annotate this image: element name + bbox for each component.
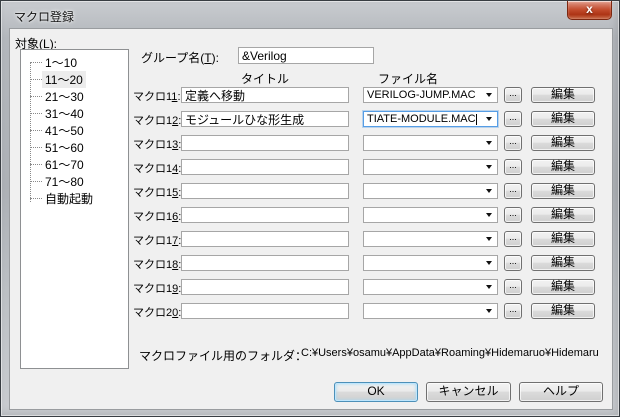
chevron-down-icon[interactable] <box>486 117 492 121</box>
macro-row-list: マクロ11: VERILOG-JUMP.MAC ... 編集 マクロ12: TI… <box>1 87 620 327</box>
chevron-down-icon[interactable] <box>486 309 492 313</box>
macro-row-label: マクロ12: <box>133 112 181 128</box>
tree-item-label: 11～20 <box>42 71 86 88</box>
macro-title-input[interactable] <box>181 87 349 103</box>
edit-button[interactable]: 編集 <box>531 183 595 199</box>
macro-file-combobox[interactable]: VERILOG-JUMP.MAC <box>363 87 498 103</box>
cancel-button[interactable]: キャンセル <box>426 382 511 402</box>
help-button[interactable]: ヘルプ <box>519 382 603 402</box>
macro-row-label: マクロ17: <box>133 232 181 248</box>
tree-item[interactable]: 11～20 <box>21 71 128 88</box>
edit-button[interactable]: 編集 <box>531 255 595 271</box>
macro-title-input[interactable] <box>181 279 349 295</box>
macro-row: マクロ11: VERILOG-JUMP.MAC ... 編集 <box>1 87 620 103</box>
macro-title-input[interactable] <box>181 303 349 319</box>
macro-row: マクロ19: ... 編集 <box>1 279 620 295</box>
macro-file-combobox[interactable] <box>363 255 498 271</box>
macro-title-input[interactable] <box>181 231 349 247</box>
macro-row-label: マクロ15: <box>133 184 181 200</box>
edit-button[interactable]: 編集 <box>531 135 595 151</box>
browse-button[interactable]: ... <box>504 159 522 175</box>
macro-file-combobox[interactable] <box>363 135 498 151</box>
edit-button[interactable]: 編集 <box>531 87 595 103</box>
macro-file-value: VERILOG-JUMP.MAC <box>367 89 476 101</box>
macro-file-value: TIATE-MODULE.MAC <box>367 113 476 125</box>
macro-folder-label: マクロファイル用のフォルダ： <box>139 347 307 364</box>
macro-file-combobox[interactable] <box>363 183 498 199</box>
chevron-down-icon[interactable] <box>486 285 492 289</box>
browse-button[interactable]: ... <box>504 303 522 319</box>
group-name-input[interactable] <box>238 47 374 64</box>
macro-row: マクロ16: ... 編集 <box>1 207 620 223</box>
browse-button[interactable]: ... <box>504 231 522 247</box>
macro-row-label: マクロ14: <box>133 160 181 176</box>
title-column-header: タイトル <box>181 70 349 87</box>
macro-row: マクロ15: ... 編集 <box>1 183 620 199</box>
browse-button[interactable]: ... <box>504 255 522 271</box>
macro-title-input[interactable] <box>181 159 349 175</box>
macro-file-combobox[interactable] <box>363 207 498 223</box>
edit-button[interactable]: 編集 <box>531 159 595 175</box>
macro-row: マクロ14: ... 編集 <box>1 159 620 175</box>
macro-file-combobox[interactable] <box>363 303 498 319</box>
edit-button[interactable]: 編集 <box>531 303 595 319</box>
macro-file-combobox[interactable] <box>363 159 498 175</box>
file-column-header: ファイル名 <box>378 70 438 87</box>
browse-button[interactable]: ... <box>504 87 522 103</box>
close-button[interactable]: x <box>567 1 612 20</box>
macro-row: マクロ17: ... 編集 <box>1 231 620 247</box>
tree-branch-line <box>30 79 42 80</box>
browse-button[interactable]: ... <box>504 279 522 295</box>
dialog-title: マクロ登録 <box>14 8 74 25</box>
close-icon: x <box>586 2 593 16</box>
macro-file-combobox[interactable] <box>363 279 498 295</box>
tree-item-label: 1～10 <box>42 54 80 71</box>
ok-button[interactable]: OK <box>334 382 418 402</box>
chevron-down-icon[interactable] <box>486 93 492 97</box>
macro-row: マクロ20: ... 編集 <box>1 303 620 319</box>
edit-button[interactable]: 編集 <box>531 207 595 223</box>
macro-title-input[interactable] <box>181 111 349 127</box>
chevron-down-icon[interactable] <box>486 141 492 145</box>
chevron-down-icon[interactable] <box>486 189 492 193</box>
browse-button[interactable]: ... <box>504 183 522 199</box>
text-caret <box>476 114 477 125</box>
macro-row-label: マクロ16: <box>133 208 181 224</box>
macro-registration-dialog: マクロ登録 x 対象(L): 1～10 11～20 21～30 31～40 41… <box>0 0 620 417</box>
macro-title-input[interactable] <box>181 207 349 223</box>
chevron-down-icon[interactable] <box>486 237 492 241</box>
chevron-down-icon[interactable] <box>486 213 492 217</box>
browse-button[interactable]: ... <box>504 207 522 223</box>
macro-file-combobox[interactable] <box>363 231 498 247</box>
macro-row-label: マクロ19: <box>133 280 181 296</box>
macro-row-label: マクロ20: <box>133 304 181 320</box>
macro-row-label: マクロ11: <box>133 88 181 104</box>
chevron-down-icon[interactable] <box>486 261 492 265</box>
macro-row: マクロ12: TIATE-MODULE.MAC ... 編集 <box>1 111 620 127</box>
macro-title-input[interactable] <box>181 183 349 199</box>
edit-button[interactable]: 編集 <box>531 231 595 247</box>
tree-branch-line <box>30 62 42 63</box>
edit-button[interactable]: 編集 <box>531 279 595 295</box>
macro-file-combobox[interactable]: TIATE-MODULE.MAC <box>363 111 498 127</box>
macro-title-input[interactable] <box>181 255 349 271</box>
browse-button[interactable]: ... <box>504 111 522 127</box>
browse-button[interactable]: ... <box>504 135 522 151</box>
macro-row-label: マクロ18: <box>133 256 181 272</box>
macro-title-input[interactable] <box>181 135 349 151</box>
macro-folder-path: C:¥Users¥osamu¥AppData¥Roaming¥Hidemaruo… <box>301 347 599 359</box>
tree-item[interactable]: 1～10 <box>21 54 128 71</box>
macro-row: マクロ18: ... 編集 <box>1 255 620 271</box>
macro-row: マクロ13: ... 編集 <box>1 135 620 151</box>
edit-button[interactable]: 編集 <box>531 111 595 127</box>
macro-row-label: マクロ13: <box>133 136 181 152</box>
chevron-down-icon[interactable] <box>486 165 492 169</box>
group-name-label: グループ名(T): <box>141 49 219 66</box>
